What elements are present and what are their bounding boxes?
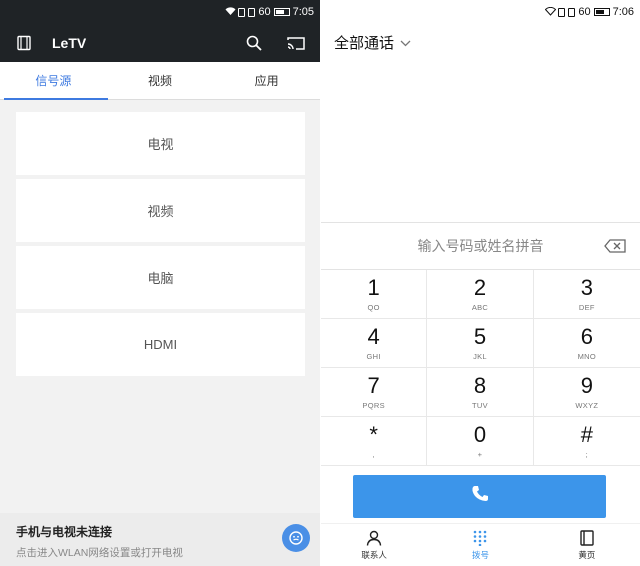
key-digit: 6 [580,324,593,349]
number-input-row [321,222,640,270]
battery-icon [273,8,290,16]
key-letters: TUV [472,401,488,410]
key-letters: PQRS [362,401,385,410]
number-input[interactable] [370,238,591,254]
key-digit: 9 [580,373,593,398]
connection-status-bar[interactable]: 手机与电视未连接 点击进入WLAN网络设置或打开电视 [0,513,320,566]
tab-signal-source[interactable]: 信号源 [0,62,107,99]
letv-screen: 60 7:05 LeTV 信号源 视频 应用 电视 视频 电脑 HDMI 手机与… [0,0,320,566]
nav-label: 拨号 [471,549,489,560]
key-letters: MNO [577,352,597,361]
key-6[interactable]: 6 MNO [533,319,640,368]
key-letters: , [372,450,375,459]
signal-label: 60 [258,6,271,18]
source-tv[interactable]: 电视 [16,112,305,175]
contacts-icon [366,530,382,546]
tab-bar: 信号源 视频 应用 [0,62,320,100]
key-star[interactable]: *, [321,417,428,466]
face-icon[interactable] [282,524,310,552]
wifi-icon [225,7,236,17]
status-bar: 60 7:06 [321,0,640,24]
nav-contacts[interactable]: 联系人 [321,524,427,566]
dial-keypad: 1 QO 2 ABC 3 DEF 4 GHI 5 JKL 6 MNO 7 PQRS 8 TUV … [321,270,640,466]
call-filter-label: 全部通话 [334,34,395,52]
key-digit: 7 [367,373,380,398]
key-digit: 4 [367,324,380,349]
key-digit: * [369,422,378,447]
key-8[interactable]: 8 TUV [427,368,534,417]
key-letters: + [477,450,483,459]
app-title: LeTV [52,35,87,51]
connection-title: 手机与电视未连接 [16,525,113,539]
dialer-screen: 60 7:06 全部通话 1 QO 2 ABC 3 DEF 4 GHI 5 JKL 6 MN… [321,0,640,566]
key-1[interactable]: 1 QO [321,270,428,319]
tab-apps[interactable]: 应用 [213,62,320,99]
source-list: 电视 视频 电脑 HDMI [0,100,320,376]
wifi-icon [545,6,557,17]
app-bar: LeTV [0,24,320,62]
key-letters: QO [367,303,380,312]
yellow-pages-icon [580,529,594,546]
key-digit: 1 [367,275,380,300]
sim-icon [248,7,256,17]
nav-dialpad[interactable]: 拨号 [427,524,533,566]
battery-icon [593,8,610,16]
key-3[interactable]: 3 DEF [533,270,640,319]
key-digit: # [580,422,593,447]
nav-label: 黄页 [578,549,596,560]
status-bar: 60 7:05 [0,0,320,24]
call-log-area [321,60,640,222]
source-video[interactable]: 视频 [16,179,305,242]
chevron-down-icon [400,34,411,51]
key-letters: GHI [366,352,381,361]
key-0[interactable]: 0 + [427,417,534,466]
key-letters: ; [585,450,589,459]
phone-icon [470,484,490,509]
sim-icon [568,7,576,17]
signal-label: 60 [578,6,591,18]
key-digit: 3 [580,275,593,300]
connection-subtitle: 点击进入WLAN网络设置或打开电视 [16,547,183,559]
search-icon[interactable] [242,31,266,55]
backspace-icon[interactable] [604,239,626,255]
sim-icon [238,7,246,17]
tab-video[interactable]: 视频 [107,62,214,99]
nav-label: 联系人 [361,549,387,560]
key-hash[interactable]: #; [533,417,640,466]
key-digit: 2 [473,275,487,300]
dialpad-icon [474,530,487,546]
call-filter-dropdown[interactable]: 全部通话 [321,24,640,60]
key-4[interactable]: 4 GHI [321,319,428,368]
source-hdmi[interactable]: HDMI [16,313,305,376]
nav-yellow-pages[interactable]: 黄页 [534,524,640,566]
key-2[interactable]: 2 ABC [427,270,534,319]
key-letters: ABC [471,303,489,312]
key-letters: DEF [578,303,595,312]
key-digit: 5 [473,324,487,349]
key-5[interactable]: 5 JKL [427,319,534,368]
key-digit: 8 [473,373,487,398]
key-letters: WXYZ [575,401,599,410]
call-button[interactable] [353,475,606,518]
source-computer[interactable]: 电脑 [16,246,305,309]
key-digit: 0 [473,422,487,447]
device-icon[interactable] [12,31,36,55]
status-time: 7:05 [292,6,314,18]
tab-indicator [4,98,108,100]
sim-icon [558,7,566,17]
status-time: 7:06 [612,6,634,18]
key-letters: JKL [473,352,487,361]
key-9[interactable]: 9 WXYZ [533,368,640,417]
cast-icon[interactable] [284,31,308,55]
bottom-nav: 联系人 拨号 黄页 [321,523,640,566]
key-7[interactable]: 7 PQRS [321,368,428,417]
